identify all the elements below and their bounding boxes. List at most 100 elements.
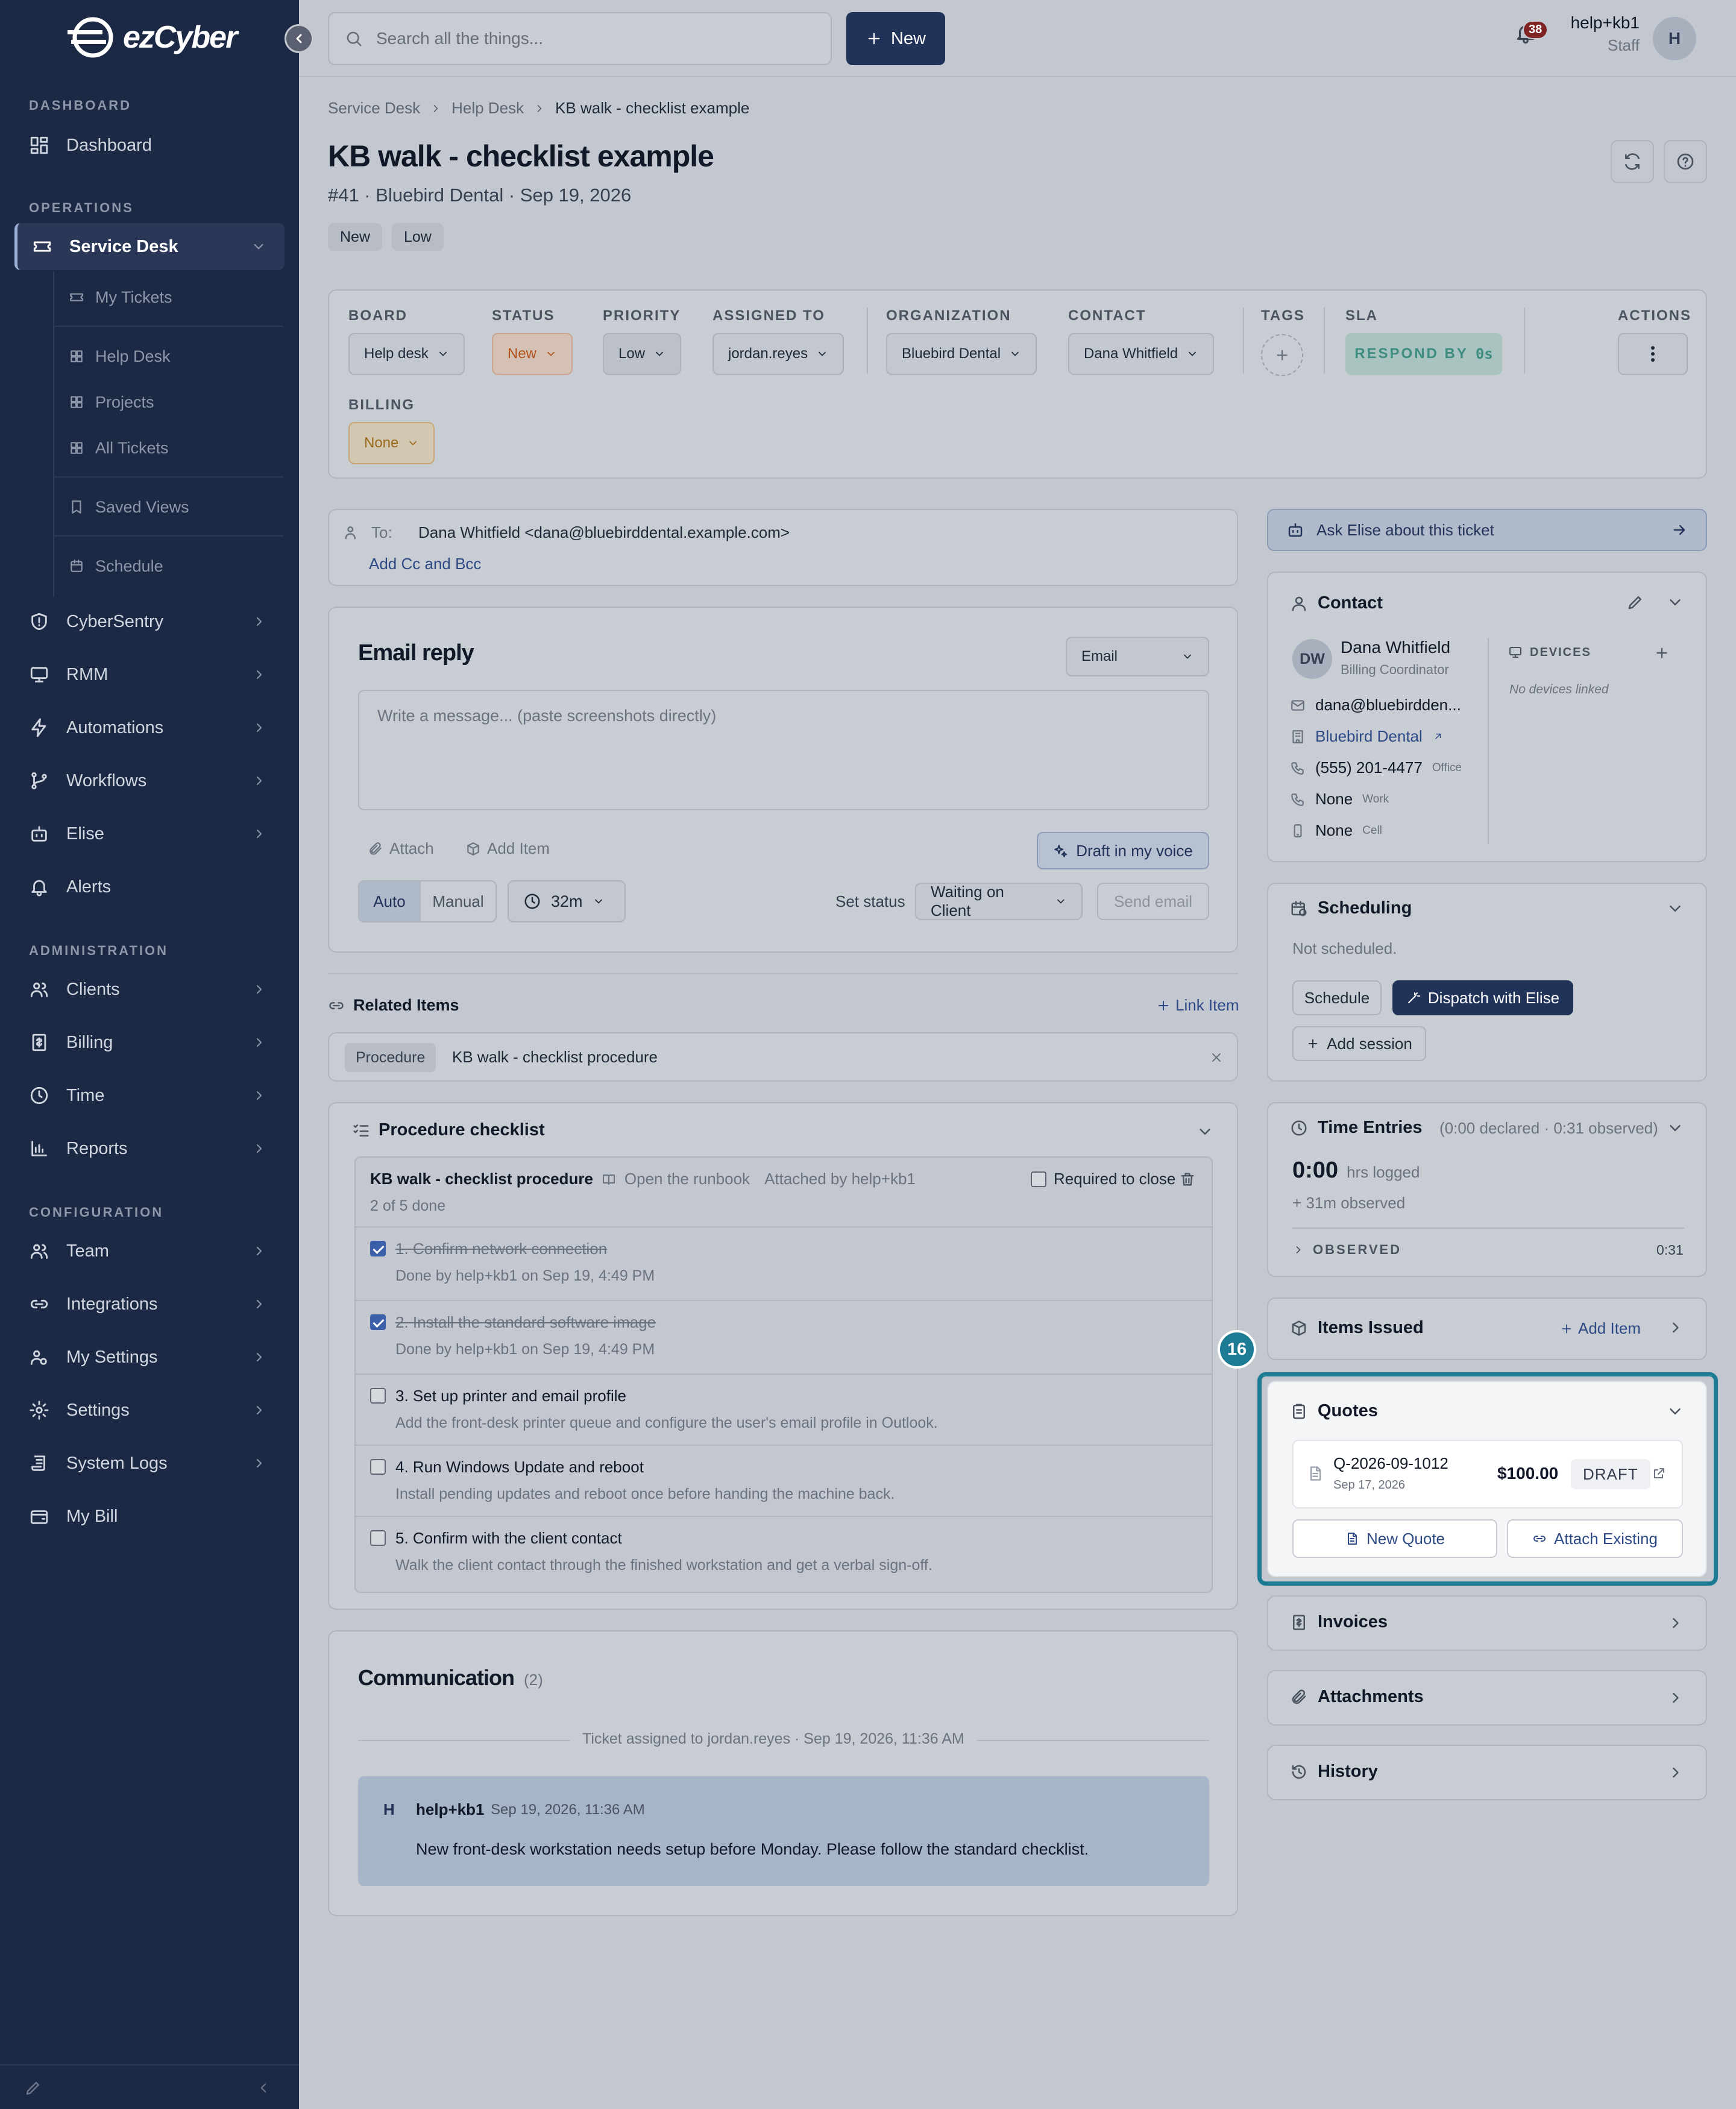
add-cc-bcc-link[interactable]: Add Cc and Bcc (369, 555, 481, 573)
nav-saved-views[interactable]: Saved Views (54, 486, 283, 528)
chevron-down-icon[interactable] (1666, 900, 1684, 918)
pencil-icon[interactable] (24, 2079, 42, 2097)
organization-select[interactable]: Bluebird Dental (886, 333, 1037, 375)
breadcrumb-service-desk[interactable]: Service Desk (328, 99, 420, 118)
message-textarea[interactable]: Write a message... (paste screenshots di… (358, 690, 1209, 810)
actions-menu-button[interactable] (1618, 333, 1688, 375)
status-select[interactable]: New (492, 333, 573, 375)
required-to-close-toggle[interactable]: Required to close (1031, 1170, 1175, 1188)
chevron-down-icon[interactable] (1666, 1119, 1684, 1137)
contact-phone[interactable]: (555) 201-4477 Office (1290, 758, 1462, 777)
nav-all-tickets[interactable]: All Tickets (54, 427, 283, 469)
nav-my-bill[interactable]: My Bill (14, 1493, 285, 1540)
checklist-header[interactable]: Procedure checklist (352, 1120, 545, 1140)
checklist-checkbox[interactable] (370, 1459, 386, 1475)
close-icon[interactable] (1209, 1050, 1224, 1065)
assignee-select[interactable]: jordan.reyes (712, 333, 844, 375)
timer-select[interactable]: 32m (508, 880, 626, 922)
checklist-checkbox[interactable] (370, 1241, 386, 1256)
nav-cybersentry[interactable]: CyberSentry (14, 598, 285, 645)
attachments-card[interactable]: Attachments (1267, 1670, 1707, 1726)
nav-dashboard[interactable]: Dashboard (14, 122, 285, 169)
nav-system-logs[interactable]: System Logs (14, 1440, 285, 1487)
checklist-item[interactable]: 5. Confirm with the client contact Walk t… (356, 1516, 1212, 1592)
external-link-icon[interactable] (1652, 1466, 1666, 1481)
send-email-button[interactable]: Send email (1097, 883, 1209, 920)
help-button[interactable] (1664, 140, 1707, 183)
breadcrumb-help-desk[interactable]: Help Desk (451, 99, 524, 118)
contact-select[interactable]: Dana Whitfield (1068, 333, 1215, 375)
attach-existing-button[interactable]: Attach Existing (1507, 1519, 1683, 1558)
required-checkbox[interactable] (1031, 1171, 1046, 1187)
nav-projects[interactable]: Projects (54, 381, 283, 423)
contact-organization-link[interactable]: Bluebird Dental (1290, 727, 1443, 746)
checklist-item[interactable]: 2. Install the standard software image Do… (356, 1300, 1212, 1372)
nav-service-desk[interactable]: Service Desk (14, 223, 285, 270)
ask-elise-button[interactable]: Ask Elise about this ticket (1267, 509, 1707, 551)
nav-workflows[interactable]: Workflows (14, 757, 285, 804)
quote-row[interactable]: Q-2026-09-1012 Sep 17, 2026 $100.00 DRAF… (1292, 1440, 1683, 1508)
priority-select[interactable]: Low (603, 333, 682, 375)
nav-team[interactable]: Team (14, 1228, 285, 1275)
open-runbook-link[interactable]: Open the runbook (624, 1170, 750, 1188)
add-tag-button[interactable] (1261, 334, 1303, 376)
new-quote-button[interactable]: New Quote (1292, 1519, 1497, 1558)
channel-select[interactable]: Email (1066, 637, 1209, 676)
observed-toggle[interactable]: OBSERVED (1292, 1242, 1401, 1258)
checklist-item[interactable]: 3. Set up printer and email profile Add t… (356, 1373, 1212, 1446)
to-value[interactable]: Dana Whitfield <dana@bluebirddental.exam… (418, 523, 790, 542)
board-select[interactable]: Help desk (348, 333, 465, 375)
user-menu[interactable]: help+kb1 Staff (1553, 13, 1640, 55)
pencil-icon[interactable] (1626, 593, 1644, 611)
nav-automations[interactable]: Automations (14, 704, 285, 751)
invoices-card[interactable]: Invoices (1267, 1595, 1707, 1651)
items-issued-header[interactable]: Items Issued (1290, 1318, 1424, 1338)
draft-in-voice-button[interactable]: Draft in my voice (1037, 832, 1209, 869)
nav-elise[interactable]: Elise (14, 810, 285, 857)
nav-reports[interactable]: Reports (14, 1125, 285, 1172)
billing-select[interactable]: None (348, 422, 435, 464)
contact-email[interactable]: dana@bluebirdden... (1290, 696, 1461, 714)
history-card[interactable]: History (1267, 1745, 1707, 1800)
nav-my-settings[interactable]: My Settings (14, 1334, 285, 1381)
checklist-checkbox[interactable] (370, 1314, 386, 1330)
nav-my-tickets[interactable]: My Tickets (54, 276, 283, 318)
nav-time[interactable]: Time (14, 1072, 285, 1119)
nav-schedule[interactable]: Schedule (54, 545, 283, 587)
mode-manual[interactable]: Manual (420, 881, 495, 921)
refresh-button[interactable] (1611, 140, 1654, 183)
chevron-right-icon[interactable] (1667, 1319, 1684, 1336)
mode-auto[interactable]: Auto (359, 881, 420, 921)
nav-settings[interactable]: Settings (14, 1387, 285, 1434)
set-status-select[interactable]: Waiting on Client (915, 883, 1083, 920)
add-item-button[interactable]: Add Item (465, 839, 550, 858)
chevron-down-icon[interactable] (1666, 1402, 1684, 1420)
checklist-item[interactable]: 1. Confirm network connection Done by hel… (356, 1226, 1212, 1299)
dispatch-with-elise-button[interactable]: Dispatch with Elise (1392, 980, 1573, 1015)
add-issued-item-button[interactable]: Add Item (1560, 1319, 1641, 1338)
add-session-button[interactable]: Add session (1292, 1026, 1426, 1061)
nav-alerts[interactable]: Alerts (14, 863, 285, 910)
brand-logo[interactable]: ezCyber (66, 13, 237, 61)
nav-billing[interactable]: Billing (14, 1019, 285, 1066)
chevron-down-icon[interactable] (1196, 1123, 1214, 1141)
nav-integrations[interactable]: Integrations (14, 1281, 285, 1328)
chevron-down-icon[interactable] (1666, 593, 1684, 611)
nav-rmm[interactable]: RMM (14, 651, 285, 698)
checklist-checkbox[interactable] (370, 1530, 386, 1546)
sidebar-collapse-button[interactable] (285, 24, 313, 53)
new-button[interactable]: New (846, 12, 945, 65)
link-item-button[interactable]: Link Item (1156, 996, 1239, 1015)
trash-icon[interactable] (1179, 1171, 1196, 1188)
avatar[interactable]: H (1653, 17, 1696, 60)
chevron-left-icon[interactable] (256, 2080, 271, 2096)
schedule-button[interactable]: Schedule (1292, 980, 1382, 1015)
plus-icon[interactable] (1654, 645, 1670, 661)
checklist-item[interactable]: 4. Run Windows Update and reboot Install … (356, 1445, 1212, 1517)
nav-clients[interactable]: Clients (14, 966, 285, 1013)
attach-button[interactable]: Attach (368, 839, 434, 858)
search-input[interactable]: Search all the things... (328, 12, 832, 65)
nav-help-desk[interactable]: Help Desk (54, 335, 283, 377)
checklist-checkbox[interactable] (370, 1388, 386, 1404)
quotes-header[interactable]: Quotes (1290, 1401, 1378, 1421)
